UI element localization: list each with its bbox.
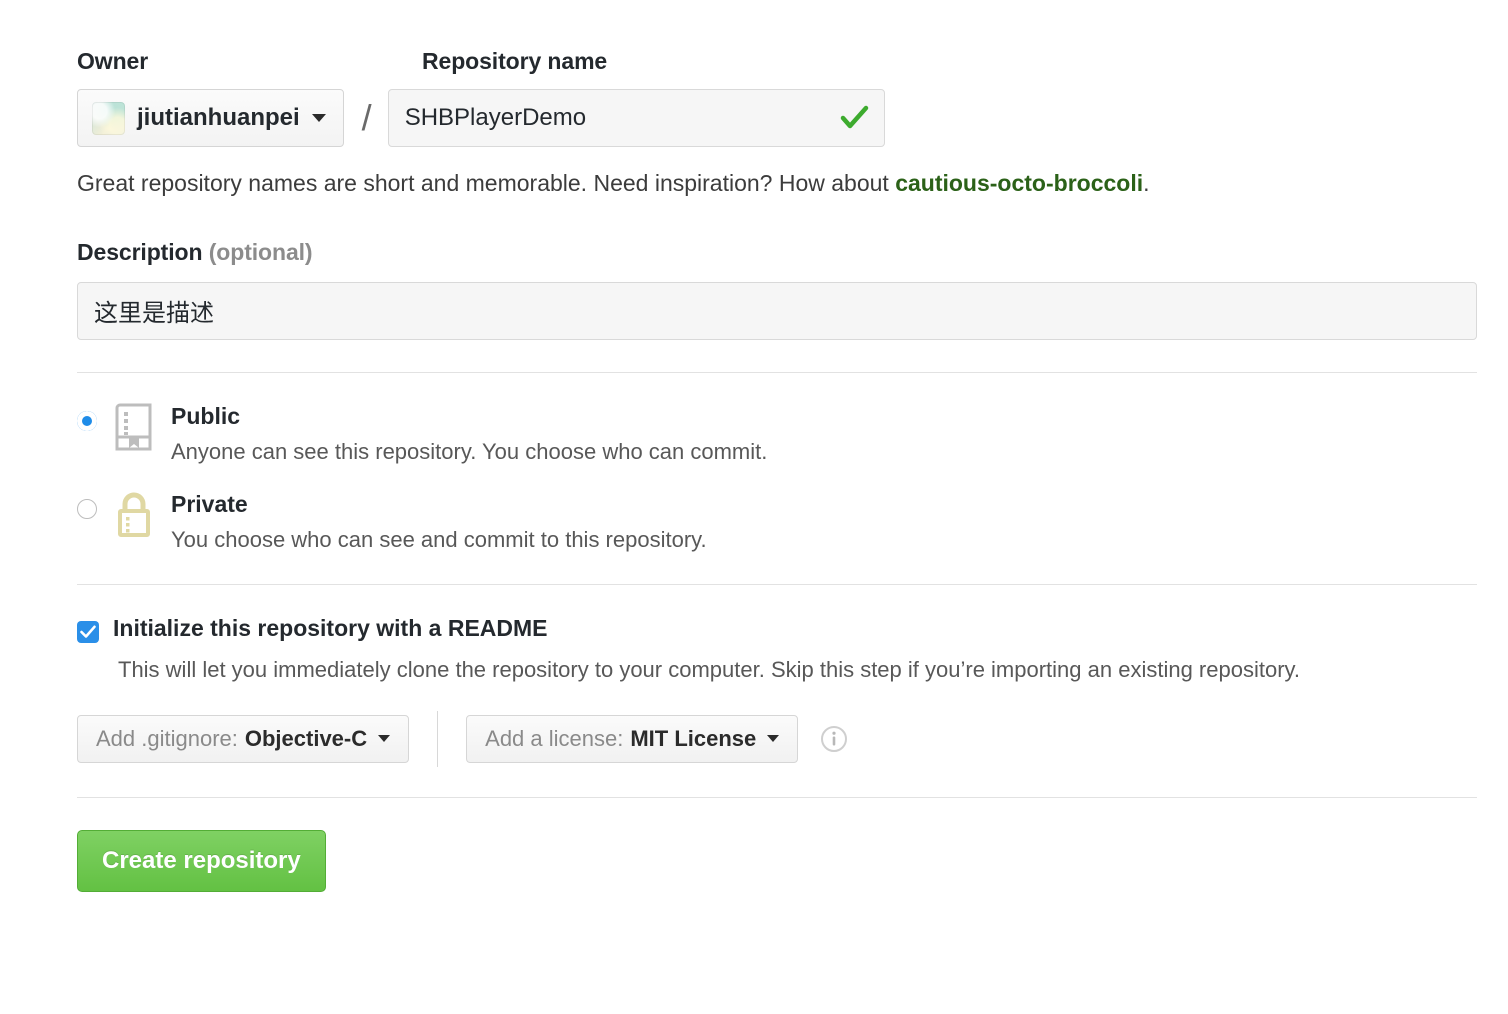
gitignore-dropdown[interactable]: Add .gitignore: Objective-C [77,715,409,763]
chevron-down-icon [378,735,390,742]
create-repository-form: Owner Repository name jiutianhuanpei / [0,0,1508,1014]
description-block: Description (optional) [77,239,1477,340]
visibility-private-description: You choose who can see and commit to thi… [171,525,707,556]
visibility-private-title: Private [171,491,248,517]
visibility-public-description: Anyone can see this repository. You choo… [171,437,767,468]
owner-dropdown[interactable]: jiutianhuanpei [77,89,344,147]
visibility-section: Public Anyone can see this repository. Y… [77,373,1477,556]
visibility-public-title: Public [171,403,240,429]
avatar [92,102,125,135]
hint-suffix: . [1143,170,1149,196]
field-labels-row: Owner Repository name [77,48,1477,75]
create-repository-button[interactable]: Create repository [77,830,326,892]
radio-public[interactable] [77,411,97,431]
repository-name-wrapper [388,89,885,147]
form-content: Owner Repository name jiutianhuanpei / [77,48,1477,892]
submit-section: Create repository [77,798,1477,892]
description-input[interactable] [77,282,1477,340]
repository-name-hint: Great repository names are short and mem… [77,169,1477,199]
chevron-down-icon [312,114,326,122]
template-dropdowns-row: Add .gitignore: Objective-C Add a licens… [77,711,1477,767]
readme-description: This will let you immediately clone the … [118,655,1477,685]
dropdown-separator [437,711,438,767]
readme-checkbox-row[interactable]: Initialize this repository with a README [77,615,1477,643]
owner-repository-row: jiutianhuanpei / [77,89,1477,147]
owner-label: Owner [77,48,422,75]
visibility-option-public[interactable]: Public Anyone can see this repository. Y… [77,401,1477,468]
info-circle-icon[interactable] [820,725,848,753]
owner-name: jiutianhuanpei [137,104,300,132]
readme-title: Initialize this repository with a README [113,615,548,642]
description-optional-text: (optional) [209,239,313,265]
visibility-option-private[interactable]: Private You choose who can see and commi… [77,489,1477,556]
readme-checkbox[interactable] [77,621,99,643]
gitignore-value: Objective-C [245,726,367,752]
visibility-public-text: Public Anyone can see this repository. Y… [171,401,767,468]
gitignore-prefix: Add .gitignore: [96,726,238,752]
description-label-text: Description [77,239,202,265]
repo-book-icon [113,403,155,451]
license-prefix: Add a license: [485,726,623,752]
suggested-name-link[interactable]: cautious-octo-broccoli [895,170,1143,196]
repository-name-label: Repository name [422,48,607,75]
license-value: MIT License [630,726,756,752]
radio-private[interactable] [77,499,97,519]
chevron-down-icon [767,735,779,742]
visibility-private-text: Private You choose who can see and commi… [171,489,707,556]
license-dropdown[interactable]: Add a license: MIT License [466,715,798,763]
repository-name-input[interactable] [388,89,885,147]
description-label: Description (optional) [77,239,1477,266]
readme-section: Initialize this repository with a README… [77,585,1477,767]
lock-icon [113,491,155,539]
hint-prefix: Great repository names are short and mem… [77,170,895,196]
path-separator: / [362,89,372,147]
